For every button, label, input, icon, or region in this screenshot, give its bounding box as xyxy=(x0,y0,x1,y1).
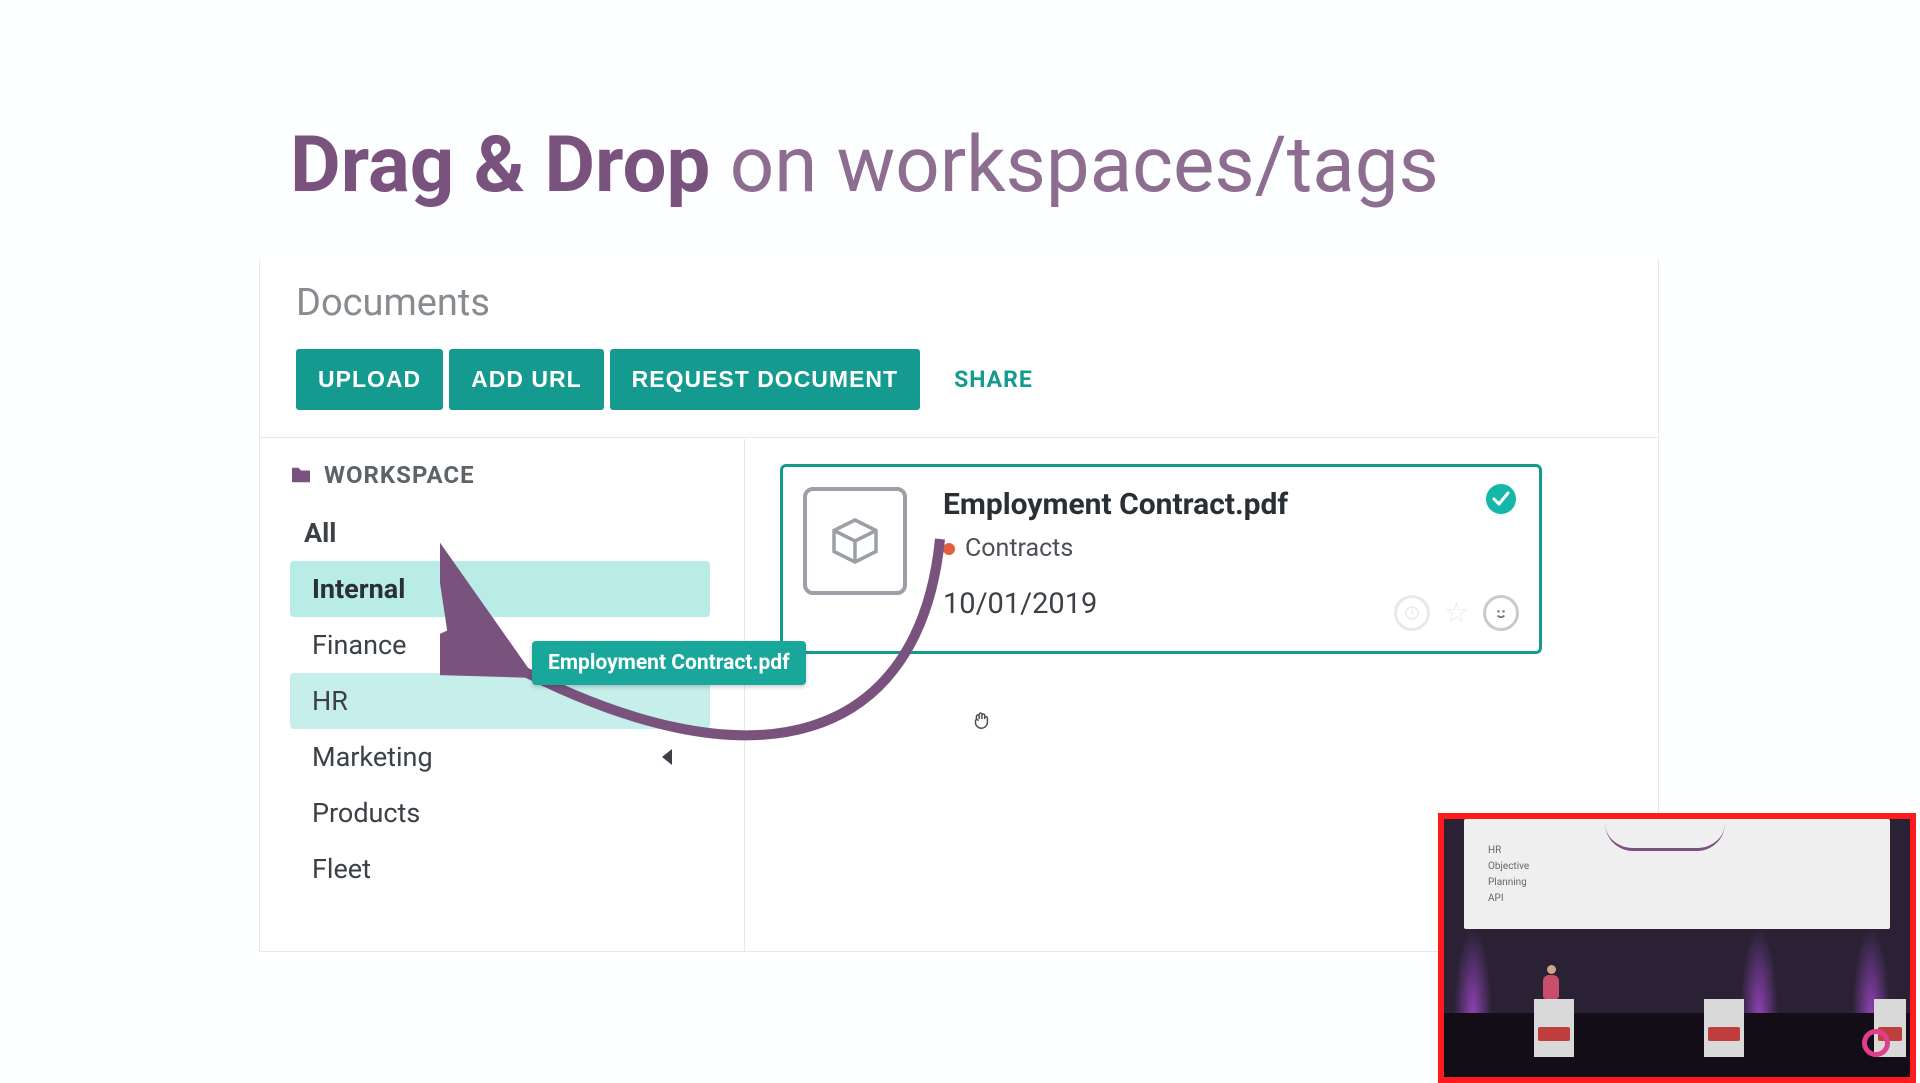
pip-screen-line: Objective xyxy=(1488,859,1874,875)
pip-podium xyxy=(1534,999,1574,1057)
pip-ring-icon xyxy=(1862,1029,1890,1057)
pip-podium xyxy=(1704,999,1744,1057)
sidebar-item-hr[interactable]: HR xyxy=(290,673,710,729)
toolbar: UPLOAD ADD URL REQUEST DOCUMENT SHARE xyxy=(296,349,1033,410)
star-icon[interactable]: ☆ xyxy=(1444,599,1469,627)
sidebar-item-all[interactable]: All xyxy=(290,505,710,561)
pip-speaker-figure xyxy=(1542,965,1560,999)
add-url-button[interactable]: ADD URL xyxy=(449,349,604,410)
grab-cursor-icon xyxy=(970,709,992,736)
request-document-button[interactable]: REQUEST DOCUMENT xyxy=(610,349,920,410)
tag-dot-icon xyxy=(943,543,955,555)
check-circle-icon xyxy=(1485,483,1517,515)
sidebar-item-finance[interactable]: Finance xyxy=(290,617,710,673)
clock-icon[interactable] xyxy=(1394,595,1430,631)
slide-title-rest: on workspaces/tags xyxy=(710,120,1438,211)
sidebar-item-fleet[interactable]: Fleet xyxy=(290,841,710,897)
document-title: Employment Contract.pdf xyxy=(943,487,1511,522)
share-link[interactable]: SHARE xyxy=(954,366,1033,393)
sidebar-item-marketing[interactable]: Marketing xyxy=(290,729,710,785)
sidebar-item-internal[interactable]: Internal xyxy=(290,561,710,617)
sidebar-item-products[interactable]: Products xyxy=(290,785,710,841)
toolbar-divider xyxy=(260,437,1658,438)
document-tag[interactable]: Contracts xyxy=(943,534,1511,563)
sidebar-item-label: Marketing xyxy=(312,741,433,773)
document-thumbnail xyxy=(803,487,907,595)
pip-stage-floor xyxy=(1444,1013,1910,1077)
workspace-sidebar: WORKSPACE All Internal Finance HR Market… xyxy=(260,439,745,951)
document-actions: ☆ xyxy=(1394,595,1519,631)
caret-left-icon xyxy=(662,749,672,765)
workspace-header-label: WORKSPACE xyxy=(324,461,475,489)
pip-stage-light xyxy=(1454,927,1492,1017)
section-heading: Documents xyxy=(296,281,490,325)
folder-icon xyxy=(290,466,312,484)
slide-title-bold: Drag & Drop xyxy=(290,120,710,211)
speaker-camera-pip: HR Objective Planning API xyxy=(1438,813,1916,1083)
pip-projected-screen: HR Objective Planning API xyxy=(1464,819,1890,929)
slide-title: Drag & Drop on workspaces/tags xyxy=(290,120,1439,211)
smiley-icon[interactable] xyxy=(1483,595,1519,631)
document-tag-label: Contracts xyxy=(965,534,1073,563)
pip-screen-line: Planning xyxy=(1488,875,1874,891)
workspace-header[interactable]: WORKSPACE xyxy=(290,461,744,489)
pip-screen-line: API xyxy=(1488,891,1874,907)
upload-button[interactable]: UPLOAD xyxy=(296,349,443,410)
document-card[interactable]: Employment Contract.pdf Contracts 10/01/… xyxy=(780,464,1542,654)
box-icon xyxy=(827,513,883,569)
document-selected-check[interactable] xyxy=(1485,483,1517,519)
pip-stage-light xyxy=(1740,927,1778,1017)
pip-annotation-curve xyxy=(1605,823,1725,851)
